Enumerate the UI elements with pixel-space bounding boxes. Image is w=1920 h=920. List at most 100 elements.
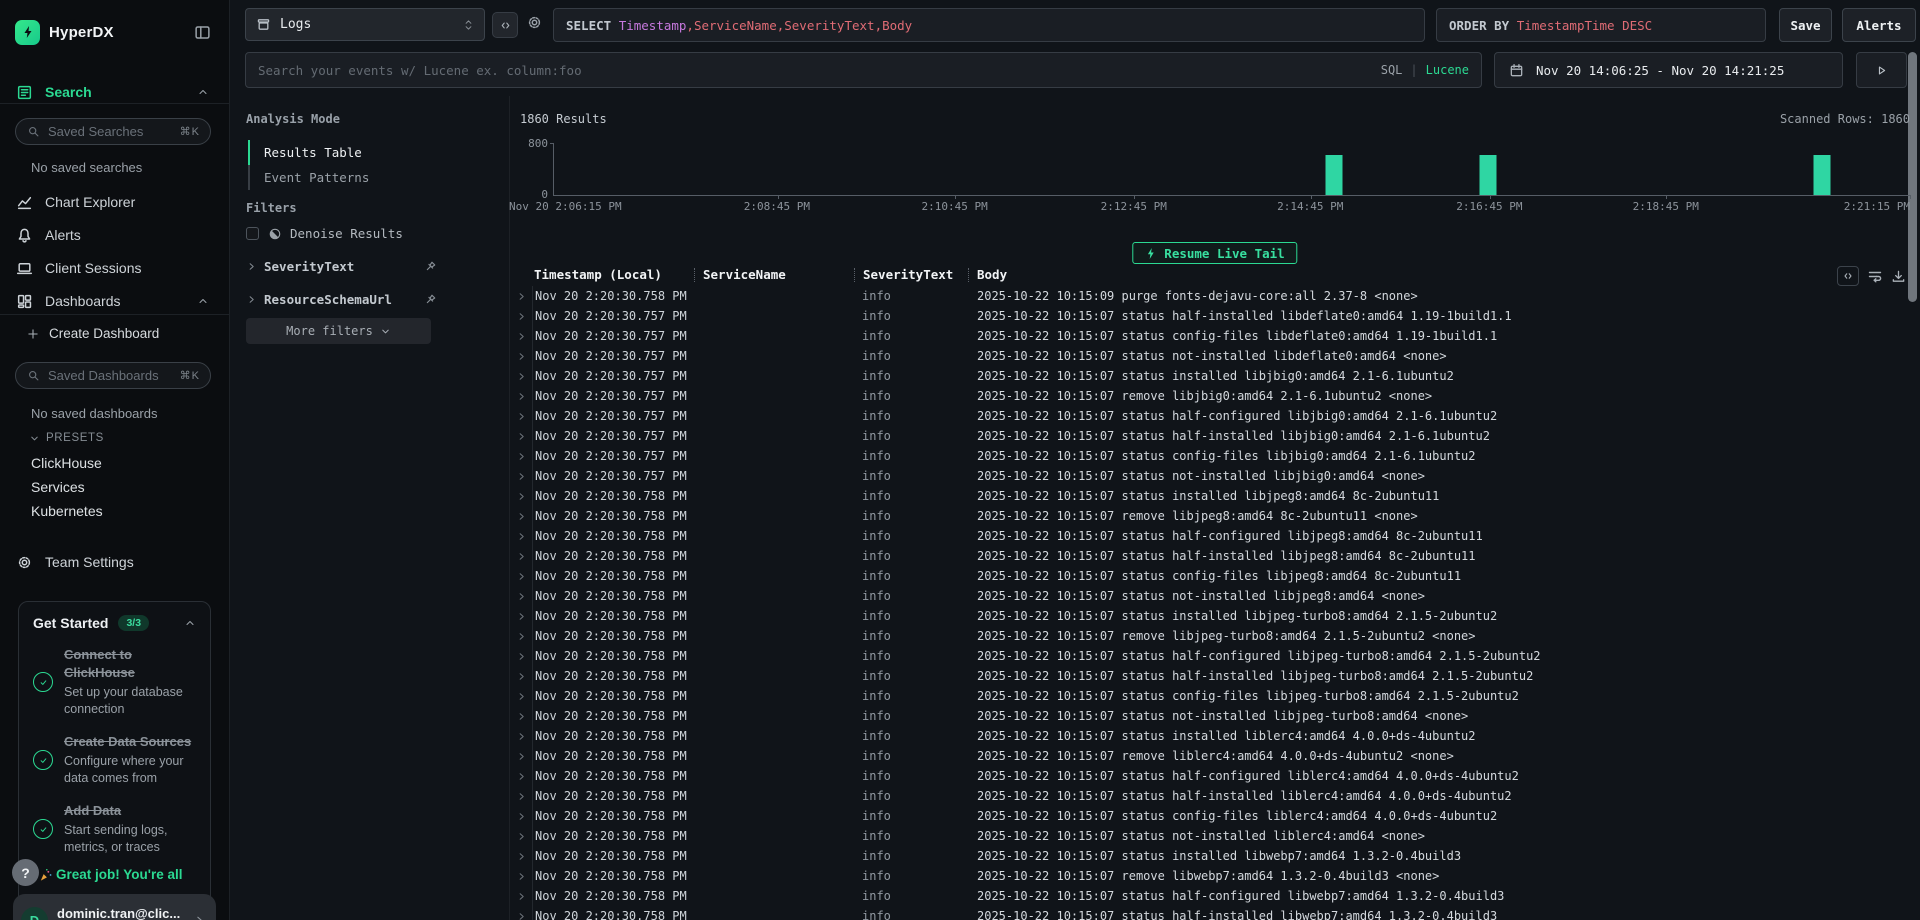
sidebar-collapse-icon[interactable] [194, 24, 211, 41]
expand-row-chevron-icon[interactable] [510, 471, 532, 482]
expand-row-chevron-icon[interactable] [510, 911, 532, 920]
table-row[interactable]: Nov 20 2:20:30.758 PMinfo2025-10-22 10:1… [510, 526, 1920, 546]
sidebar-item-chart-explorer[interactable]: Chart Explorer [0, 190, 229, 214]
table-row[interactable]: Nov 20 2:20:30.758 PMinfo2025-10-22 10:1… [510, 866, 1920, 886]
sidebar-item-alerts[interactable]: Alerts [0, 223, 229, 247]
col-header-body[interactable]: Body [968, 268, 1920, 282]
table-row[interactable]: Nov 20 2:20:30.758 PMinfo2025-10-22 10:1… [510, 626, 1920, 646]
table-row[interactable]: Nov 20 2:20:30.758 PMinfo2025-10-22 10:1… [510, 786, 1920, 806]
expand-row-chevron-icon[interactable] [510, 711, 532, 722]
chevron-up-icon[interactable] [197, 295, 209, 307]
source-selector[interactable]: Logs [245, 8, 485, 41]
chevron-up-icon[interactable] [197, 86, 209, 98]
denoise-checkbox[interactable] [246, 227, 259, 240]
table-row[interactable]: Nov 20 2:20:30.757 PMinfo2025-10-22 10:1… [510, 406, 1920, 426]
expand-row-chevron-icon[interactable] [510, 511, 532, 522]
expand-row-chevron-icon[interactable] [510, 291, 532, 302]
table-row[interactable]: Nov 20 2:20:30.758 PMinfo2025-10-22 10:1… [510, 846, 1920, 866]
save-button[interactable]: Save [1779, 8, 1832, 42]
expand-row-chevron-icon[interactable] [510, 591, 532, 602]
table-row[interactable]: Nov 20 2:20:30.757 PMinfo2025-10-22 10:1… [510, 446, 1920, 466]
get-started-step[interactable]: Add Data Start sending logs, metrics, or… [33, 802, 196, 856]
col-header-timestamp[interactable]: Timestamp (Local) [532, 268, 694, 282]
table-row[interactable]: Nov 20 2:20:30.758 PMinfo2025-10-22 10:1… [510, 506, 1920, 526]
mode-event-patterns[interactable]: Event Patterns [248, 165, 369, 190]
lang-toggle-sql[interactable]: SQL [1381, 63, 1403, 77]
expand-row-chevron-icon[interactable] [510, 831, 532, 842]
expand-row-chevron-icon[interactable] [510, 671, 532, 682]
expand-row-chevron-icon[interactable] [510, 551, 532, 562]
presets-header[interactable]: PRESETS [29, 432, 229, 444]
help-button[interactable]: ? [12, 859, 39, 886]
table-row[interactable]: Nov 20 2:20:30.758 PMinfo2025-10-22 10:1… [510, 566, 1920, 586]
expand-row-chevron-icon[interactable] [510, 651, 532, 662]
query-settings-gear-icon[interactable] [526, 14, 543, 31]
chevron-up-icon[interactable] [184, 617, 196, 629]
expand-row-chevron-icon[interactable] [510, 491, 532, 502]
col-header-severitytext[interactable]: SeverityText [854, 268, 968, 282]
preset-kubernetes[interactable]: Kubernetes [31, 503, 229, 519]
facet-resourceschemaurl[interactable]: ResourceSchemaUrl [246, 292, 437, 307]
table-row[interactable]: Nov 20 2:20:30.757 PMinfo2025-10-22 10:1… [510, 426, 1920, 446]
denoise-results-row[interactable]: Denoise Results [246, 226, 469, 241]
search-input[interactable] [258, 63, 1381, 78]
expand-row-chevron-icon[interactable] [510, 351, 532, 362]
expand-row-chevron-icon[interactable] [510, 811, 532, 822]
expand-row-chevron-icon[interactable] [510, 571, 532, 582]
table-row[interactable]: Nov 20 2:20:30.758 PMinfo2025-10-22 10:1… [510, 806, 1920, 826]
alerts-button[interactable]: Alerts [1842, 8, 1916, 42]
expand-row-chevron-icon[interactable] [510, 431, 532, 442]
expand-row-chevron-icon[interactable] [510, 771, 532, 782]
table-row[interactable]: Nov 20 2:20:30.758 PMinfo2025-10-22 10:1… [510, 746, 1920, 766]
table-row[interactable]: Nov 20 2:20:30.757 PMinfo2025-10-22 10:1… [510, 386, 1920, 406]
sql-editor-toggle-button[interactable] [492, 12, 518, 38]
run-query-play-button[interactable] [1856, 52, 1907, 88]
expand-row-chevron-icon[interactable] [510, 631, 532, 642]
table-row[interactable]: Nov 20 2:20:30.758 PMinfo2025-10-22 10:1… [510, 826, 1920, 846]
expand-row-chevron-icon[interactable] [510, 531, 532, 542]
table-row[interactable]: Nov 20 2:20:30.757 PMinfo2025-10-22 10:1… [510, 326, 1920, 346]
create-dashboard-button[interactable]: Create Dashboard [27, 326, 229, 341]
saved-searches-input[interactable]: Saved Searches ⌘K [15, 118, 211, 145]
table-row[interactable]: Nov 20 2:20:30.758 PMinfo2025-10-22 10:1… [510, 486, 1920, 506]
lang-toggle-lucene[interactable]: Lucene [1426, 63, 1469, 77]
table-row[interactable]: Nov 20 2:20:30.758 PMinfo2025-10-22 10:1… [510, 666, 1920, 686]
expand-row-chevron-icon[interactable] [510, 371, 532, 382]
table-row[interactable]: Nov 20 2:20:30.757 PMinfo2025-10-22 10:1… [510, 466, 1920, 486]
table-row[interactable]: Nov 20 2:20:30.758 PMinfo2025-10-22 10:1… [510, 706, 1920, 726]
expand-row-chevron-icon[interactable] [510, 311, 532, 322]
table-row[interactable]: Nov 20 2:20:30.758 PMinfo2025-10-22 10:1… [510, 586, 1920, 606]
date-range-picker[interactable]: Nov 20 14:06:25 - Nov 20 14:21:25 [1494, 52, 1843, 88]
expand-row-chevron-icon[interactable] [510, 851, 532, 862]
mode-results-table[interactable]: Results Table [248, 140, 369, 165]
expand-row-chevron-icon[interactable] [510, 391, 532, 402]
resume-live-tail-button[interactable]: Resume Live Tail [1132, 242, 1297, 264]
expand-row-chevron-icon[interactable] [510, 891, 532, 902]
sidebar-item-dashboards[interactable]: Dashboards [0, 289, 229, 313]
sidebar-item-team-settings[interactable]: Team Settings [0, 550, 229, 574]
table-row[interactable]: Nov 20 2:20:30.758 PMinfo2025-10-22 10:1… [510, 686, 1920, 706]
table-row[interactable]: Nov 20 2:20:30.758 PMinfo2025-10-22 10:1… [510, 286, 1920, 306]
more-filters-button[interactable]: More filters [246, 318, 431, 344]
expand-row-chevron-icon[interactable] [510, 751, 532, 762]
expand-row-chevron-icon[interactable] [510, 871, 532, 882]
get-started-step[interactable]: Connect to ClickHouse Set up your databa… [33, 646, 196, 718]
expand-row-chevron-icon[interactable] [510, 691, 532, 702]
expand-row-chevron-icon[interactable] [510, 611, 532, 622]
expand-row-chevron-icon[interactable] [510, 411, 532, 422]
sidebar-item-client-sessions[interactable]: Client Sessions [0, 256, 229, 280]
table-row[interactable]: Nov 20 2:20:30.758 PMinfo2025-10-22 10:1… [510, 646, 1920, 666]
expand-row-chevron-icon[interactable] [510, 731, 532, 742]
table-row[interactable]: Nov 20 2:20:30.757 PMinfo2025-10-22 10:1… [510, 366, 1920, 386]
table-row[interactable]: Nov 20 2:20:30.757 PMinfo2025-10-22 10:1… [510, 306, 1920, 326]
col-header-servicename[interactable]: ServiceName [694, 268, 854, 282]
table-row[interactable]: Nov 20 2:20:30.758 PMinfo2025-10-22 10:1… [510, 726, 1920, 746]
expand-row-chevron-icon[interactable] [510, 451, 532, 462]
table-row[interactable]: Nov 20 2:20:30.757 PMinfo2025-10-22 10:1… [510, 346, 1920, 366]
saved-dashboards-input[interactable]: Saved Dashboards ⌘K [15, 362, 211, 389]
table-row[interactable]: Nov 20 2:20:30.758 PMinfo2025-10-22 10:1… [510, 906, 1920, 920]
preset-services[interactable]: Services [31, 479, 229, 495]
table-row[interactable]: Nov 20 2:20:30.758 PMinfo2025-10-22 10:1… [510, 546, 1920, 566]
preset-clickhouse[interactable]: ClickHouse [31, 455, 229, 471]
pin-icon[interactable] [424, 260, 437, 273]
